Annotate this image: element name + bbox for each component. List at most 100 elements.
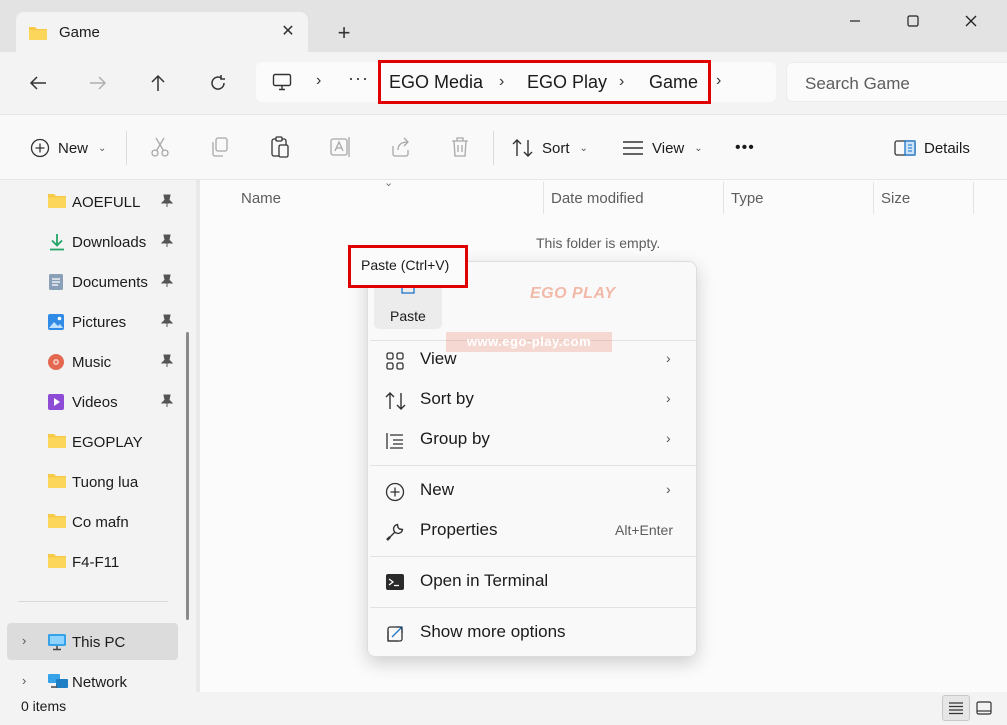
details-button[interactable]: Details [894,135,970,161]
rename-icon[interactable] [330,136,352,161]
wrench-icon [385,522,405,545]
pin-icon[interactable] [160,394,174,411]
sidebar-item-videos[interactable]: Videos [0,383,178,419]
view-button[interactable]: View ⌄ [622,135,703,161]
sidebar-item-tuong-lua[interactable]: Tuong lua [0,463,178,499]
toolbar-divider [493,131,494,165]
column-header-type[interactable]: Type [731,190,764,207]
menu-item-show-more-options[interactable]: Show more options [370,613,696,653]
empty-folder-message: This folder is empty. [536,235,661,251]
cut-icon[interactable] [150,136,170,161]
sidebar-item-co-mafn[interactable]: Co mafn [0,503,178,539]
paste-label: Paste [390,308,426,324]
details-pane-icon [894,140,916,156]
details-view-icon[interactable] [942,695,970,721]
sidebar-item-label: EGOPLAY [72,434,143,451]
column-divider[interactable] [543,182,544,214]
column-divider[interactable] [723,182,724,214]
pin-icon[interactable] [160,194,174,211]
sort-indicator-icon: ⌄ [384,177,394,189]
sidebar-item-label: Co mafn [72,514,129,531]
sidebar-item-documents[interactable]: Documents [0,263,178,299]
chevron-right-icon[interactable]: › [22,633,26,648]
menu-divider [370,465,696,466]
more-options-button[interactable]: ••• [735,135,755,161]
column-header-name[interactable]: Name [241,190,281,207]
column-divider[interactable] [873,182,874,214]
pin-icon[interactable] [160,314,174,331]
paste-icon[interactable] [270,136,290,161]
sidebar-item-label: F4-F11 [72,554,120,571]
close-tab-icon[interactable]: ✕ [278,22,298,42]
chevron-down-icon: ⌄ [579,142,588,154]
sort-button[interactable]: Sort ⌄ [512,135,588,161]
minimize-icon[interactable] [832,6,878,36]
menu-item-label: View [420,349,457,368]
sidebar-item-pictures[interactable]: Pictures [0,303,178,339]
column-divider[interactable] [973,182,974,214]
search-input[interactable]: Search Game [786,62,1007,102]
pin-icon[interactable] [160,354,174,371]
menu-item-sort-by[interactable]: Sort by › [370,380,696,420]
new-button-label: New [58,139,89,157]
maximize-icon[interactable] [890,6,936,36]
column-header-date-modified[interactable]: Date modified [551,190,644,207]
breadcrumb-highlight: EGO Media › EGO Play › Game [378,60,711,104]
sort-button-label: Sort [542,139,570,157]
folder-icon [47,193,67,212]
chevron-right-icon[interactable]: › [499,73,504,91]
pin-icon[interactable] [160,274,174,291]
chevron-right-icon[interactable]: › [22,673,26,688]
keyboard-shortcut: Alt+Enter [615,522,673,538]
sidebar-item-f4-f11[interactable]: F4-F11 [0,543,178,579]
new-button[interactable]: New ⌄ [30,135,106,161]
sidebar-item-aoefull[interactable]: AOEFULL [0,183,178,219]
copy-icon[interactable] [210,136,230,161]
chevron-right-icon[interactable]: › [619,73,624,91]
menu-item-new[interactable]: New › [370,471,696,511]
menu-item-properties[interactable]: Properties Alt+Enter [370,511,696,551]
menu-item-label: New [420,480,455,499]
download-icon [47,233,67,254]
status-bar: 0 items [0,692,1007,725]
plus-icon[interactable]: + [330,20,358,48]
network-icon [47,673,69,694]
breadcrumb-ego-play[interactable]: EGO Play [527,72,607,93]
folder-icon [47,433,67,452]
breadcrumb-game[interactable]: Game [649,72,698,93]
up-icon[interactable] [140,66,176,100]
sidebar-scrollbar[interactable] [186,332,189,620]
refresh-icon[interactable] [200,66,236,100]
tab-game[interactable]: Game ✕ [16,12,308,54]
navigation-pane: AOEFULL Downloads Documents Pictures Mus… [0,180,196,692]
sidebar-item-label: Videos [72,394,118,411]
menu-item-open-in-terminal[interactable]: Open in Terminal [370,562,696,602]
breadcrumb[interactable]: › ··· EGO Media › EGO Play › Game › [256,60,776,104]
sidebar-item-label: AOEFULL [72,194,141,211]
pin-icon[interactable] [160,234,174,251]
delete-icon[interactable] [450,136,470,161]
menu-item-group-by[interactable]: Group by › [370,420,696,460]
folder-icon [47,553,67,572]
menu-item-label: Show more options [420,622,566,641]
column-header-size[interactable]: Size [881,190,910,207]
chevron-right-icon[interactable]: › [316,72,321,90]
command-bar: New ⌄ Sort ⌄ View ⌄ ••• Details [0,114,1007,180]
monitor-icon[interactable] [272,73,292,94]
breadcrumb-overflow[interactable]: ··· [348,68,369,89]
add-circle-icon [30,138,50,158]
sidebar-item-this-pc[interactable]: › This PC [7,623,178,660]
sidebar-item-downloads[interactable]: Downloads [0,223,178,259]
sidebar-item-music[interactable]: Music [0,343,178,379]
back-icon[interactable] [20,66,56,100]
chevron-right-icon[interactable]: › [716,72,721,90]
folder-icon [28,25,48,44]
picture-icon [47,313,65,334]
forward-icon[interactable] [80,66,116,100]
close-icon[interactable] [948,6,994,36]
breadcrumb-ego-media[interactable]: EGO Media [389,72,483,93]
sidebar-item-egoplay[interactable]: EGOPLAY [0,423,178,459]
sidebar-item-label: Documents [72,274,148,291]
tiles-view-icon[interactable] [970,695,998,721]
share-icon[interactable] [390,136,412,161]
